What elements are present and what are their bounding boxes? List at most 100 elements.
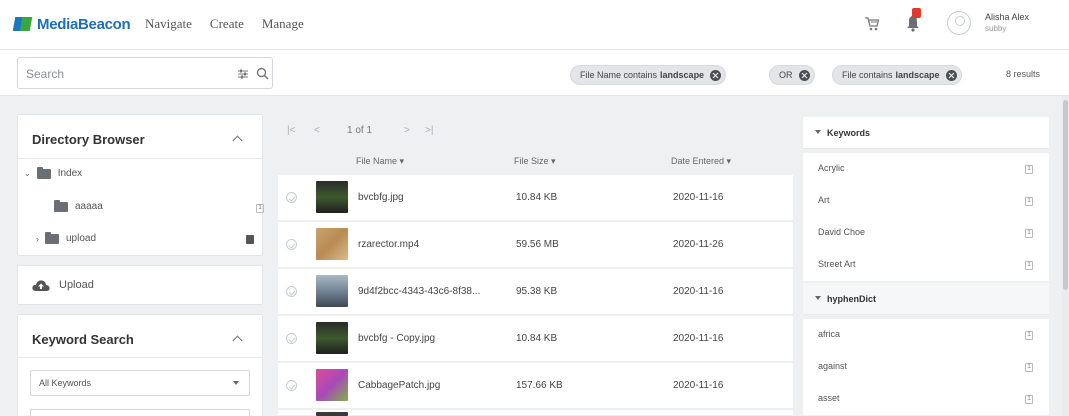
file-thumbnail[interactable] xyxy=(316,322,348,354)
filter-settings-icon[interactable] xyxy=(237,68,249,80)
table-row[interactable]: rzarector.mp4 59.56 MB 2020-11-26 xyxy=(278,222,793,268)
file-thumbnail[interactable] xyxy=(316,369,348,401)
tree-item-index[interactable]: ⌄ Index xyxy=(24,166,82,179)
table-row[interactable]: CabbagePatch.jpg 157.66 KB 2020-11-16 xyxy=(278,363,793,409)
keyword-select-value: All Keywords xyxy=(39,378,92,388)
facet-item[interactable]: David Choe 1 xyxy=(803,217,1049,249)
keyword-select[interactable]: All Keywords xyxy=(30,370,250,396)
directory-browser-card: Directory Browser ⌄ Index aaaaa 1 › uplo… xyxy=(17,114,264,256)
scrollbar-thumb[interactable] xyxy=(1063,100,1068,290)
facet-label: against xyxy=(818,361,848,371)
col-file-name[interactable]: File Name ▾ xyxy=(356,156,404,167)
chip-close-icon[interactable] xyxy=(945,69,957,81)
col-date-entered[interactable]: Date Entered ▾ xyxy=(671,156,731,167)
search-icon[interactable] xyxy=(256,67,269,80)
main-nav: Navigate Create Manage xyxy=(145,16,322,32)
nav-create[interactable]: Create xyxy=(210,16,244,32)
folder-icon xyxy=(36,166,51,179)
file-thumbnail[interactable] xyxy=(316,228,348,260)
avatar[interactable] xyxy=(947,11,971,35)
notification-badge xyxy=(912,8,921,18)
facet-count-badge: 1 xyxy=(1025,395,1033,404)
chip-prefix: OR xyxy=(779,70,793,80)
file-thumbnail[interactable] xyxy=(316,275,348,307)
search-row: File Name contains landscape OR File con… xyxy=(0,50,1069,96)
folder-icon xyxy=(54,199,68,212)
facet-label: Acrylic xyxy=(818,163,845,173)
tree-item-label: aaaaa xyxy=(75,201,103,212)
collapse-chevron-icon[interactable] xyxy=(232,335,243,346)
facet-title: hyphenDict xyxy=(827,294,877,304)
chip-close-icon[interactable] xyxy=(710,69,722,81)
next-page-icon[interactable]: > xyxy=(404,125,410,136)
chip-term: landscape xyxy=(895,70,940,80)
prev-page-icon[interactable]: < xyxy=(314,125,320,136)
facet-item[interactable]: Street Art 1 xyxy=(803,249,1049,281)
select-check-icon[interactable] xyxy=(286,286,297,297)
tree-item-aaaaa[interactable]: aaaaa xyxy=(54,199,103,212)
item-badge xyxy=(246,235,254,244)
first-page-icon[interactable]: |< xyxy=(287,125,295,136)
facet-item[interactable]: Art 1 xyxy=(803,185,1049,217)
mediabeacon-logo[interactable]: MediaBeacon xyxy=(12,14,131,34)
file-size: 10.84 KB xyxy=(516,333,558,344)
file-name[interactable]: CabbagePatch.jpg xyxy=(358,380,508,391)
keyword-search-card: Keyword Search All Keywords xyxy=(17,314,263,416)
file-thumbnail[interactable] xyxy=(316,412,348,416)
file-name[interactable]: bvcbfg - Copy.jpg xyxy=(358,333,508,344)
chip-prefix: File contains xyxy=(842,70,893,80)
nav-navigate[interactable]: Navigate xyxy=(145,16,192,32)
tree-item-upload[interactable]: › upload xyxy=(36,231,97,244)
filter-chip-file[interactable]: File contains landscape xyxy=(832,65,962,85)
chip-close-icon[interactable] xyxy=(798,69,810,81)
tree-item-label: upload xyxy=(66,233,97,244)
user-name[interactable]: Alisha Alex xyxy=(985,12,1029,22)
nav-manage[interactable]: Manage xyxy=(262,16,304,32)
file-size: 95.38 KB xyxy=(516,286,558,297)
table-row[interactable]: bvcbfg.jpg 10.84 KB 2020-11-16 xyxy=(278,175,793,221)
table-row[interactable]: bvcbfg - Copy.jpg 10.84 KB 2020-11-16 xyxy=(278,316,793,362)
file-name[interactable]: 9d4f2bcc-4343-43c6-8f38... xyxy=(358,286,508,297)
last-page-icon[interactable]: >| xyxy=(425,125,433,136)
collapse-caret-icon xyxy=(815,296,821,300)
select-check-icon[interactable] xyxy=(286,192,297,203)
file-date: 2020-11-26 xyxy=(673,239,724,250)
item-badge: 1 xyxy=(256,204,264,213)
file-date: 2020-11-16 xyxy=(673,286,724,297)
page-scrollbar[interactable] xyxy=(1062,96,1069,416)
expand-caret-icon[interactable]: ⌄ xyxy=(24,169,31,178)
table-row[interactable]: 9d4f2bcc-4343-43c6-8f38... 95.38 KB 2020… xyxy=(278,269,793,315)
upload-card[interactable]: Upload xyxy=(17,265,263,305)
search-input[interactable] xyxy=(26,65,206,83)
select-check-icon[interactable] xyxy=(286,333,297,344)
upload-label: Upload xyxy=(59,279,94,291)
cart-icon[interactable] xyxy=(864,16,880,32)
facet-keywords-header[interactable]: Keywords xyxy=(803,117,1049,149)
directory-browser-title: Directory Browser xyxy=(32,132,145,147)
facet-title: Keywords xyxy=(827,128,871,138)
facet-label: africa xyxy=(818,329,841,339)
search-box xyxy=(17,57,273,89)
facet-hyphendict-header[interactable]: hyphenDict xyxy=(803,283,1049,315)
facet-item[interactable]: against 1 xyxy=(803,351,1049,383)
col-file-size[interactable]: File Size ▾ xyxy=(514,156,556,167)
page-indicator: 1 of 1 xyxy=(347,125,373,136)
facet-item[interactable]: asset 1 xyxy=(803,383,1049,415)
user-subtitle: subby xyxy=(985,24,1007,33)
keyword-input[interactable] xyxy=(30,409,250,416)
table-row[interactable] xyxy=(278,410,793,416)
facet-label: David Choe xyxy=(818,227,866,237)
facet-item[interactable]: Acrylic 1 xyxy=(803,153,1049,185)
file-name[interactable]: bvcbfg.jpg xyxy=(358,192,508,203)
filter-chip-or[interactable]: OR xyxy=(769,65,815,85)
filter-chip-filename[interactable]: File Name contains landscape xyxy=(570,65,727,85)
select-check-icon[interactable] xyxy=(286,239,297,250)
file-name[interactable]: rzarector.mp4 xyxy=(358,239,508,250)
facet-item[interactable]: africa 1 xyxy=(803,319,1049,351)
expand-caret-icon[interactable]: › xyxy=(36,234,39,244)
logo-text: MediaBeacon xyxy=(37,15,131,33)
select-check-icon[interactable] xyxy=(286,380,297,391)
dropdown-arrow-icon xyxy=(233,381,239,385)
file-thumbnail[interactable] xyxy=(316,181,348,213)
collapse-chevron-icon[interactable] xyxy=(232,135,243,146)
